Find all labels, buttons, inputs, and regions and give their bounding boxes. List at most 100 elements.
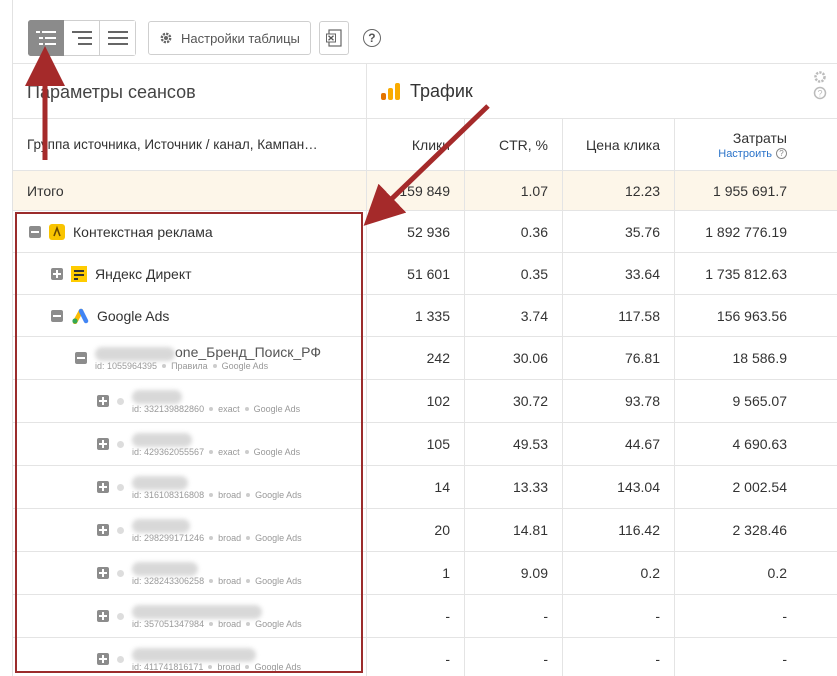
clicks-column-header[interactable]: Клики [367, 119, 465, 170]
cpc-cell: 117.58 [563, 295, 675, 336]
keyword-source: Google Ads [255, 533, 302, 543]
collapse-icon[interactable] [75, 352, 87, 364]
cost-setup-label: Настроить [718, 147, 772, 160]
cost-cell: 18 586.9 [732, 350, 788, 366]
campaign-name: one_Бренд_Поиск_РФ [95, 344, 321, 361]
table-group-header: Параметры сеансов Трафик [13, 63, 837, 119]
keyword-row[interactable]: id: 357051347984 broad Google Ads - - - … [13, 595, 837, 638]
total-label: Итого [13, 171, 367, 210]
clicks-cell: 51 601 [367, 253, 465, 294]
campaign-tag: Правила [171, 361, 208, 371]
dimension-column-header[interactable]: Группа источника, Источник / канал, Камп… [13, 119, 367, 170]
cpc-cell: - [563, 595, 675, 637]
campaign-id: id: 1055964395 [95, 361, 158, 371]
ctr-cell: 3.74 [465, 295, 563, 336]
cpc-cell: 35.76 [563, 211, 675, 252]
cost-column-header[interactable]: Затраты Настроить ? [675, 119, 801, 170]
status-dot-icon [117, 569, 124, 577]
keyword-id: id: 332139882860 [132, 404, 205, 414]
row-label: Контекстная реклама [73, 223, 213, 240]
keyword-id: id: 411741816171 [132, 662, 204, 672]
total-row: Итого 159 849 1.07 12.23 1 955 691.7 [13, 171, 837, 211]
cost-setup-link[interactable]: Настроить ? [718, 148, 787, 160]
toolbar: Настройки таблицы ? [28, 20, 381, 56]
cost-cell: 156 963.56 [716, 307, 787, 324]
export-excel-button[interactable] [318, 21, 349, 55]
cpc-cell: 76.81 [563, 337, 675, 379]
ctr-cell: 30.06 [465, 337, 563, 379]
ctr-cell: 14.81 [465, 509, 563, 551]
expand-icon[interactable] [97, 438, 109, 450]
flat-view-button[interactable] [100, 20, 136, 56]
expand-icon[interactable] [97, 610, 109, 622]
yandex-direct-icon [71, 265, 87, 282]
cpc-cell: - [563, 638, 675, 676]
tree-list-icon [36, 31, 56, 45]
ctr-cell: 13.33 [465, 466, 563, 508]
table-row[interactable]: Контекстная реклама 52 936 0.36 35.76 1 … [13, 211, 837, 253]
campaign-source: Google Ads [221, 361, 269, 371]
cpc-cell: 116.42 [563, 509, 675, 551]
column-settings[interactable]: ? [813, 70, 827, 107]
keyword-row[interactable]: id: 316108316808 broad Google Ads 14 13.… [13, 466, 837, 509]
keyword-id: id: 429362055567 [132, 447, 205, 457]
cpc-cell: 33.64 [563, 253, 675, 294]
clicks-cell: 52 936 [367, 211, 465, 252]
status-dot-icon [117, 440, 124, 448]
keyword-source: Google Ads [255, 490, 302, 500]
keyword-id: id: 357051347984 [132, 619, 205, 629]
keyword-row[interactable]: id: 411741816171 broad Google Ads - - - … [13, 638, 837, 676]
expand-icon[interactable] [97, 481, 109, 493]
table-row[interactable]: Google Ads 1 335 3.74 117.58 156 963.56 [13, 295, 837, 337]
keyword-name [132, 430, 300, 447]
status-dot-icon [117, 397, 124, 405]
row-label: Яндекс Директ [95, 265, 192, 282]
cpc-cell: 0.2 [563, 552, 675, 594]
cost-cell: - [782, 651, 787, 667]
expand-icon[interactable] [97, 567, 109, 579]
match-type: broad [218, 576, 242, 586]
keyword-meta: id: 332139882860 exact Google Ads [132, 404, 300, 415]
svg-text:?: ? [817, 89, 822, 99]
keyword-source: Google Ads [253, 404, 301, 414]
collapse-icon[interactable] [29, 225, 41, 238]
session-params-title: Параметры сеансов [13, 64, 367, 118]
keyword-row[interactable]: id: 429362055567 exact Google Ads 105 49… [13, 423, 837, 466]
table-row[interactable]: Яндекс Директ 51 601 0.35 33.64 1 735 81… [13, 253, 837, 295]
gear-help-icon: ? [813, 71, 827, 100]
keyword-row[interactable]: id: 328243306258 broad Google Ads 1 9.09… [13, 552, 837, 595]
ctr-column-header[interactable]: CTR, % [465, 119, 563, 170]
keyword-meta: id: 411741816171 broad Google Ads [132, 662, 301, 673]
expand-icon[interactable] [97, 653, 109, 665]
total-cpc: 12.23 [563, 171, 675, 210]
help-button[interactable]: ? [362, 29, 381, 47]
keyword-id: id: 316108316808 [132, 490, 205, 500]
indent-view-button[interactable] [64, 20, 100, 56]
redacted-text [132, 561, 198, 576]
campaign-row[interactable]: one_Бренд_Поиск_РФ id: 1055964395 Правил… [13, 337, 837, 380]
cost-cell: 4 690.63 [732, 436, 788, 452]
keyword-row[interactable]: id: 298299171246 broad Google Ads 20 14.… [13, 509, 837, 552]
ctr-cell: 30.72 [465, 380, 563, 422]
tree-view-button[interactable] [28, 20, 64, 56]
help-icon: ? [776, 148, 787, 159]
cpc-cell: 143.04 [563, 466, 675, 508]
table-settings-button[interactable]: Настройки таблицы [148, 21, 311, 55]
expand-icon[interactable] [97, 395, 109, 407]
row-label: Google Ads [97, 307, 170, 324]
expand-icon[interactable] [97, 524, 109, 536]
keyword-row[interactable]: id: 332139882860 exact Google Ads 102 30… [13, 380, 837, 423]
clicks-cell: 20 [367, 509, 465, 551]
cpc-column-header[interactable]: Цена клика [563, 119, 675, 170]
redacted-text [132, 432, 192, 447]
expand-icon[interactable] [51, 267, 63, 280]
collapse-icon[interactable] [51, 309, 63, 322]
match-type: broad [218, 490, 242, 500]
keyword-name [132, 645, 301, 662]
keyword-source: Google Ads [254, 662, 301, 672]
ctr-cell: - [465, 595, 563, 637]
clicks-cell: 1 [367, 552, 465, 594]
keyword-meta: id: 298299171246 broad Google Ads [132, 533, 302, 544]
keyword-source: Google Ads [255, 576, 302, 586]
status-dot-icon [117, 526, 124, 534]
